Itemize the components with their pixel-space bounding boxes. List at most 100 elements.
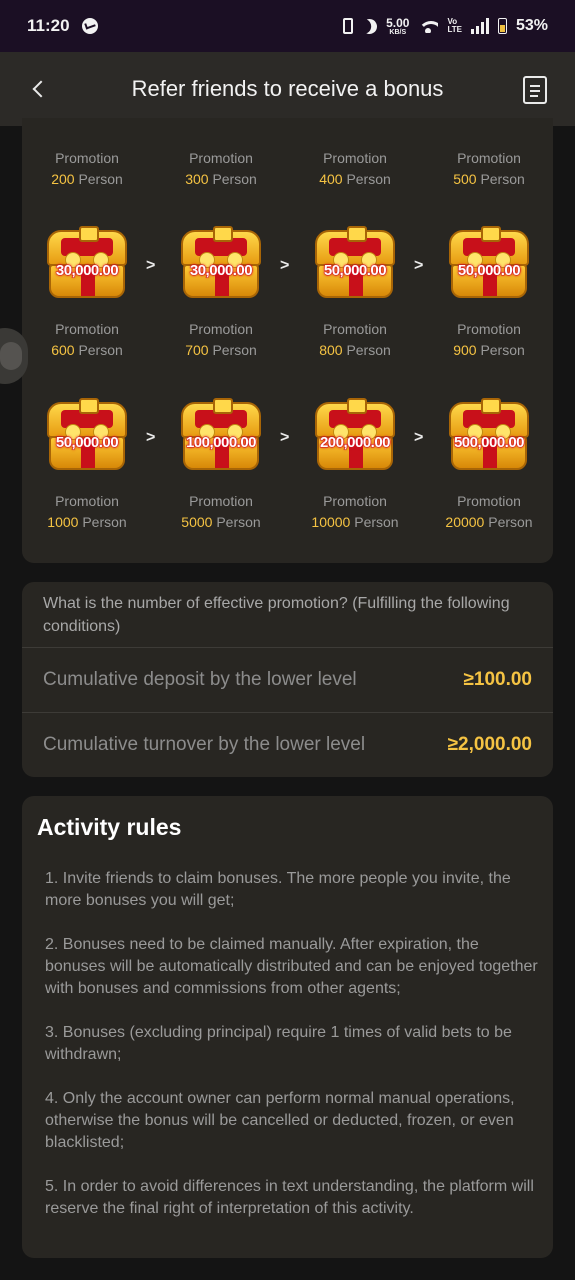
tier-label: Promotion 300 Person xyxy=(159,148,283,190)
tier-label: Promotion 200 Person xyxy=(25,148,149,190)
person-unit: Person xyxy=(346,342,391,358)
tier-count: 600 xyxy=(51,342,75,358)
vibrate-icon xyxy=(343,18,354,34)
reward-chest[interactable]: 50,000.00 xyxy=(443,224,535,302)
volte-indicator: Vo LTE xyxy=(447,18,462,34)
promotion-text: Promotion xyxy=(323,493,387,509)
tier-count: 20000 xyxy=(445,514,485,530)
tier-label: Promotion 10000 Person xyxy=(293,491,417,533)
arrow-separator: > xyxy=(146,257,156,274)
promotion-text: Promotion xyxy=(457,150,521,166)
reward-chest[interactable]: 30,000.00 xyxy=(41,224,133,302)
do-not-disturb-icon xyxy=(359,16,379,36)
network-speed: 5.00 KB/S xyxy=(386,17,409,36)
reward-amount: 200,000.00 xyxy=(319,434,391,452)
tier-count: 200 xyxy=(51,171,75,187)
tier-count: 1000 xyxy=(47,514,79,530)
promotion-text: Promotion xyxy=(55,321,119,337)
tier-label: Promotion 700 Person xyxy=(159,319,283,361)
condition-row: Cumulative deposit by the lower level ≥1… xyxy=(22,647,553,712)
reward-tiers-card: Promotion 200 Person Promotion 300 Perso… xyxy=(22,118,553,563)
condition-value: ≥2,000.00 xyxy=(447,734,532,755)
person-unit: Person xyxy=(346,171,391,187)
promotion-text: Promotion xyxy=(323,321,387,337)
status-time: 11:20 xyxy=(27,16,70,35)
person-unit: Person xyxy=(78,342,123,358)
activity-rules-card: Activity rules 1. Invite friends to clai… xyxy=(22,796,553,1258)
person-unit: Person xyxy=(480,342,525,358)
person-unit: Person xyxy=(480,171,525,187)
network-speed-value: 5.00 xyxy=(386,15,410,30)
tier-count: 900 xyxy=(453,342,477,358)
rule-item: 1. Invite friends to claim bonuses. The … xyxy=(45,870,511,909)
battery-icon xyxy=(497,18,507,34)
page-title: Refer friends to receive a bonus xyxy=(131,76,444,101)
arrow-separator: > xyxy=(280,257,290,274)
person-unit: Person xyxy=(212,171,257,187)
reward-chest[interactable]: 500,000.00 xyxy=(443,396,535,474)
conditions-question: What is the number of effective promotio… xyxy=(43,595,510,635)
reward-chest[interactable]: 50,000.00 xyxy=(309,224,401,302)
tier-count: 300 xyxy=(185,171,209,187)
reward-amount: 50,000.00 xyxy=(55,434,119,452)
tier-count: 700 xyxy=(185,342,209,358)
tier-label: Promotion 800 Person xyxy=(293,319,417,361)
arrow-separator: > xyxy=(414,429,424,446)
status-indicators: 5.00 KB/S Vo LTE 53% xyxy=(343,17,548,36)
reward-amount: 50,000.00 xyxy=(323,262,387,280)
arrow-separator: > xyxy=(146,429,156,446)
conditions-card: What is the number of effective promotio… xyxy=(22,582,553,777)
promotion-text: Promotion xyxy=(189,493,253,509)
condition-row: Cumulative turnover by the lower level ≥… xyxy=(22,712,553,777)
condition-value: ≥100.00 xyxy=(463,669,532,690)
promotion-text: Promotion xyxy=(55,150,119,166)
reward-amount: 30,000.00 xyxy=(189,262,253,280)
tier-count: 800 xyxy=(319,342,343,358)
rules-document-button[interactable] xyxy=(523,76,547,104)
person-unit: Person xyxy=(488,514,533,530)
tier-count: 10000 xyxy=(311,514,351,530)
tier-count: 400 xyxy=(319,171,343,187)
rules-title: Activity rules xyxy=(37,814,182,840)
person-unit: Person xyxy=(212,342,257,358)
reward-chest[interactable]: 100,000.00 xyxy=(175,396,267,474)
promotion-text: Promotion xyxy=(55,493,119,509)
tier-label: Promotion 5000 Person xyxy=(159,491,283,533)
reward-amount: 30,000.00 xyxy=(55,262,119,280)
tier-count: 500 xyxy=(453,171,477,187)
volte-bottom: LTE xyxy=(447,25,462,34)
status-bar: 11:20 5.00 KB/S Vo LTE 53% xyxy=(0,0,575,52)
reward-amount: 100,000.00 xyxy=(185,434,257,452)
promotion-text: Promotion xyxy=(189,321,253,337)
rules-list: 1. Invite friends to claim bonuses. The … xyxy=(45,868,542,1242)
reward-chest[interactable]: 30,000.00 xyxy=(175,224,267,302)
messenger-icon xyxy=(81,18,98,34)
reward-amount: 50,000.00 xyxy=(457,262,521,280)
condition-label: Cumulative deposit by the lower level xyxy=(43,669,357,690)
tier-count: 5000 xyxy=(181,514,213,530)
person-unit: Person xyxy=(78,171,123,187)
promotion-text: Promotion xyxy=(457,321,521,337)
rule-item: 2. Bonuses need to be claimed manually. … xyxy=(45,936,538,997)
promotion-text: Promotion xyxy=(189,150,253,166)
person-unit: Person xyxy=(216,514,261,530)
battery-percent: 53% xyxy=(515,17,548,34)
wifi-icon xyxy=(418,19,439,33)
arrow-separator: > xyxy=(414,257,424,274)
person-unit: Person xyxy=(354,514,399,530)
signal-icon xyxy=(470,18,489,34)
rule-item: 4. Only the account owner can perform no… xyxy=(45,1090,515,1151)
back-button[interactable] xyxy=(24,74,54,104)
condition-label: Cumulative turnover by the lower level xyxy=(43,734,366,755)
arrow-separator: > xyxy=(280,429,290,446)
promotion-text: Promotion xyxy=(457,493,521,509)
reward-chest[interactable]: 200,000.00 xyxy=(309,396,401,474)
promotion-text: Promotion xyxy=(323,150,387,166)
tier-label: Promotion 400 Person xyxy=(293,148,417,190)
network-speed-unit: KB/S xyxy=(389,28,407,36)
reward-chest[interactable]: 50,000.00 xyxy=(41,396,133,474)
person-unit: Person xyxy=(82,514,127,530)
rule-item: 3. Bonuses (excluding principal) require… xyxy=(45,1024,512,1063)
tier-label: Promotion 900 Person xyxy=(427,319,551,361)
tier-label: Promotion 20000 Person xyxy=(427,491,551,533)
